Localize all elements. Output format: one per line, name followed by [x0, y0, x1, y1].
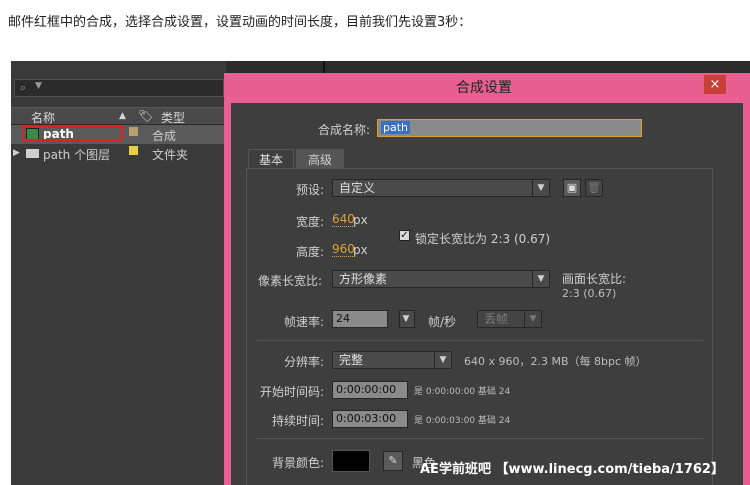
- eyedropper-icon[interactable]: ✎: [383, 451, 403, 471]
- row-name: path 个图层: [43, 148, 111, 162]
- chevron-down-icon: ▼: [434, 352, 451, 368]
- height-label: 高度:: [296, 245, 325, 259]
- chevron-down-icon[interactable]: ▼: [35, 81, 42, 91]
- width-value[interactable]: 640: [332, 213, 355, 227]
- resolution-dropdown[interactable]: 完整 ▼: [332, 351, 452, 369]
- preset-dropdown[interactable]: 自定义 ▼: [332, 179, 550, 197]
- column-type[interactable]: 类型: [161, 109, 185, 126]
- chevron-down-icon: ▼: [402, 314, 410, 324]
- label-tag-icon[interactable]: 🏷: [138, 109, 153, 123]
- pixel-aspect-dropdown[interactable]: 方形像素 ▼: [332, 270, 550, 288]
- width-unit: px: [353, 213, 368, 227]
- pixel-aspect-label: 像素长宽比:: [258, 274, 323, 288]
- chevron-down-icon: ▼: [532, 180, 549, 196]
- resolution-value: 完整: [339, 353, 364, 367]
- height-value[interactable]: 960: [332, 243, 355, 257]
- tab-advanced[interactable]: 高级: [296, 149, 344, 169]
- project-row-folder[interactable]: ▶ path 个图层 文件夹: [11, 144, 226, 163]
- lock-ratio-label: 锁定长宽比为 2:3 (0.67): [415, 232, 551, 246]
- project-search-input[interactable]: ⌕ ▼: [14, 79, 224, 97]
- label-color-swatch[interactable]: [129, 146, 138, 155]
- red-highlight-box: [22, 125, 123, 141]
- frame-aspect-label: 画面长宽比:: [562, 272, 627, 286]
- start-timecode-info: 是 0:00:00:00 基础 24: [414, 387, 511, 397]
- chevron-down-icon: ▼: [532, 271, 549, 287]
- frame-rate-field[interactable]: 24: [332, 310, 388, 328]
- watermark-text: AE学前班吧 【www.linecg.com/tieba/1762】: [420, 462, 724, 477]
- chevron-down-icon: ▼: [524, 311, 541, 327]
- duration-info: 是 0:00:03:00 基础 24: [414, 416, 511, 426]
- section-divider: [257, 438, 703, 439]
- comp-name-value: path: [381, 121, 411, 134]
- preset-value: 自定义: [339, 181, 376, 195]
- section-divider: [257, 340, 703, 341]
- row-type: 文件夹: [152, 148, 189, 162]
- resolution-label: 分辨率:: [284, 355, 325, 369]
- project-column-header: 名称 ▲ 🏷 类型: [11, 107, 226, 125]
- start-timecode-field[interactable]: 0:00:00:00: [332, 381, 408, 399]
- row-type: 合成: [152, 129, 177, 143]
- label-color-swatch[interactable]: [129, 127, 138, 136]
- delete-preset-icon[interactable]: 🗑: [585, 179, 603, 197]
- save-preset-icon[interactable]: ▣: [563, 179, 581, 197]
- bg-color-label: 背景颜色:: [272, 456, 325, 470]
- frame-rate-unit: 帧/秒: [428, 315, 457, 329]
- column-name[interactable]: 名称: [31, 109, 55, 126]
- comp-name-label: 合成名称:: [318, 123, 371, 137]
- panel-divider: [323, 61, 325, 73]
- sort-up-icon[interactable]: ▲: [119, 111, 126, 121]
- lock-ratio-checkbox[interactable]: ✓: [399, 230, 410, 241]
- start-timecode-label: 开始时间码:: [260, 385, 325, 399]
- tab-basic[interactable]: 基本: [248, 149, 294, 169]
- preset-label: 预设:: [296, 183, 325, 197]
- frame-rate-dropdown[interactable]: ▼: [399, 310, 415, 328]
- bg-color-swatch[interactable]: [332, 450, 370, 472]
- frame-rate-label: 帧速率:: [284, 315, 325, 329]
- drop-frame-value: 丢帧: [484, 312, 509, 326]
- pixel-aspect-value: 方形像素: [339, 272, 388, 286]
- duration-label: 持续时间:: [272, 414, 325, 428]
- search-icon: ⌕: [20, 81, 27, 94]
- drop-frame-dropdown[interactable]: 丢帧 ▼: [477, 310, 542, 328]
- close-button[interactable]: ×: [704, 75, 726, 94]
- frame-aspect-value: 2:3 (0.67): [562, 287, 617, 300]
- dialog-title: 合成设置: [456, 80, 512, 96]
- caption-text: 邮件红框中的合成，选择合成设置，设置动画的时间长度，目前我们先设置3秒：: [8, 15, 472, 30]
- expand-arrow-icon[interactable]: ▶: [13, 148, 20, 158]
- resolution-info: 640 x 960，2.3 MB（每 8bpc 帧）: [464, 355, 647, 368]
- height-unit: px: [353, 243, 368, 257]
- folder-icon: [26, 149, 39, 158]
- comp-name-field[interactable]: path: [377, 119, 642, 137]
- width-label: 宽度:: [296, 215, 325, 229]
- duration-field[interactable]: 0:00:03:00: [332, 410, 408, 428]
